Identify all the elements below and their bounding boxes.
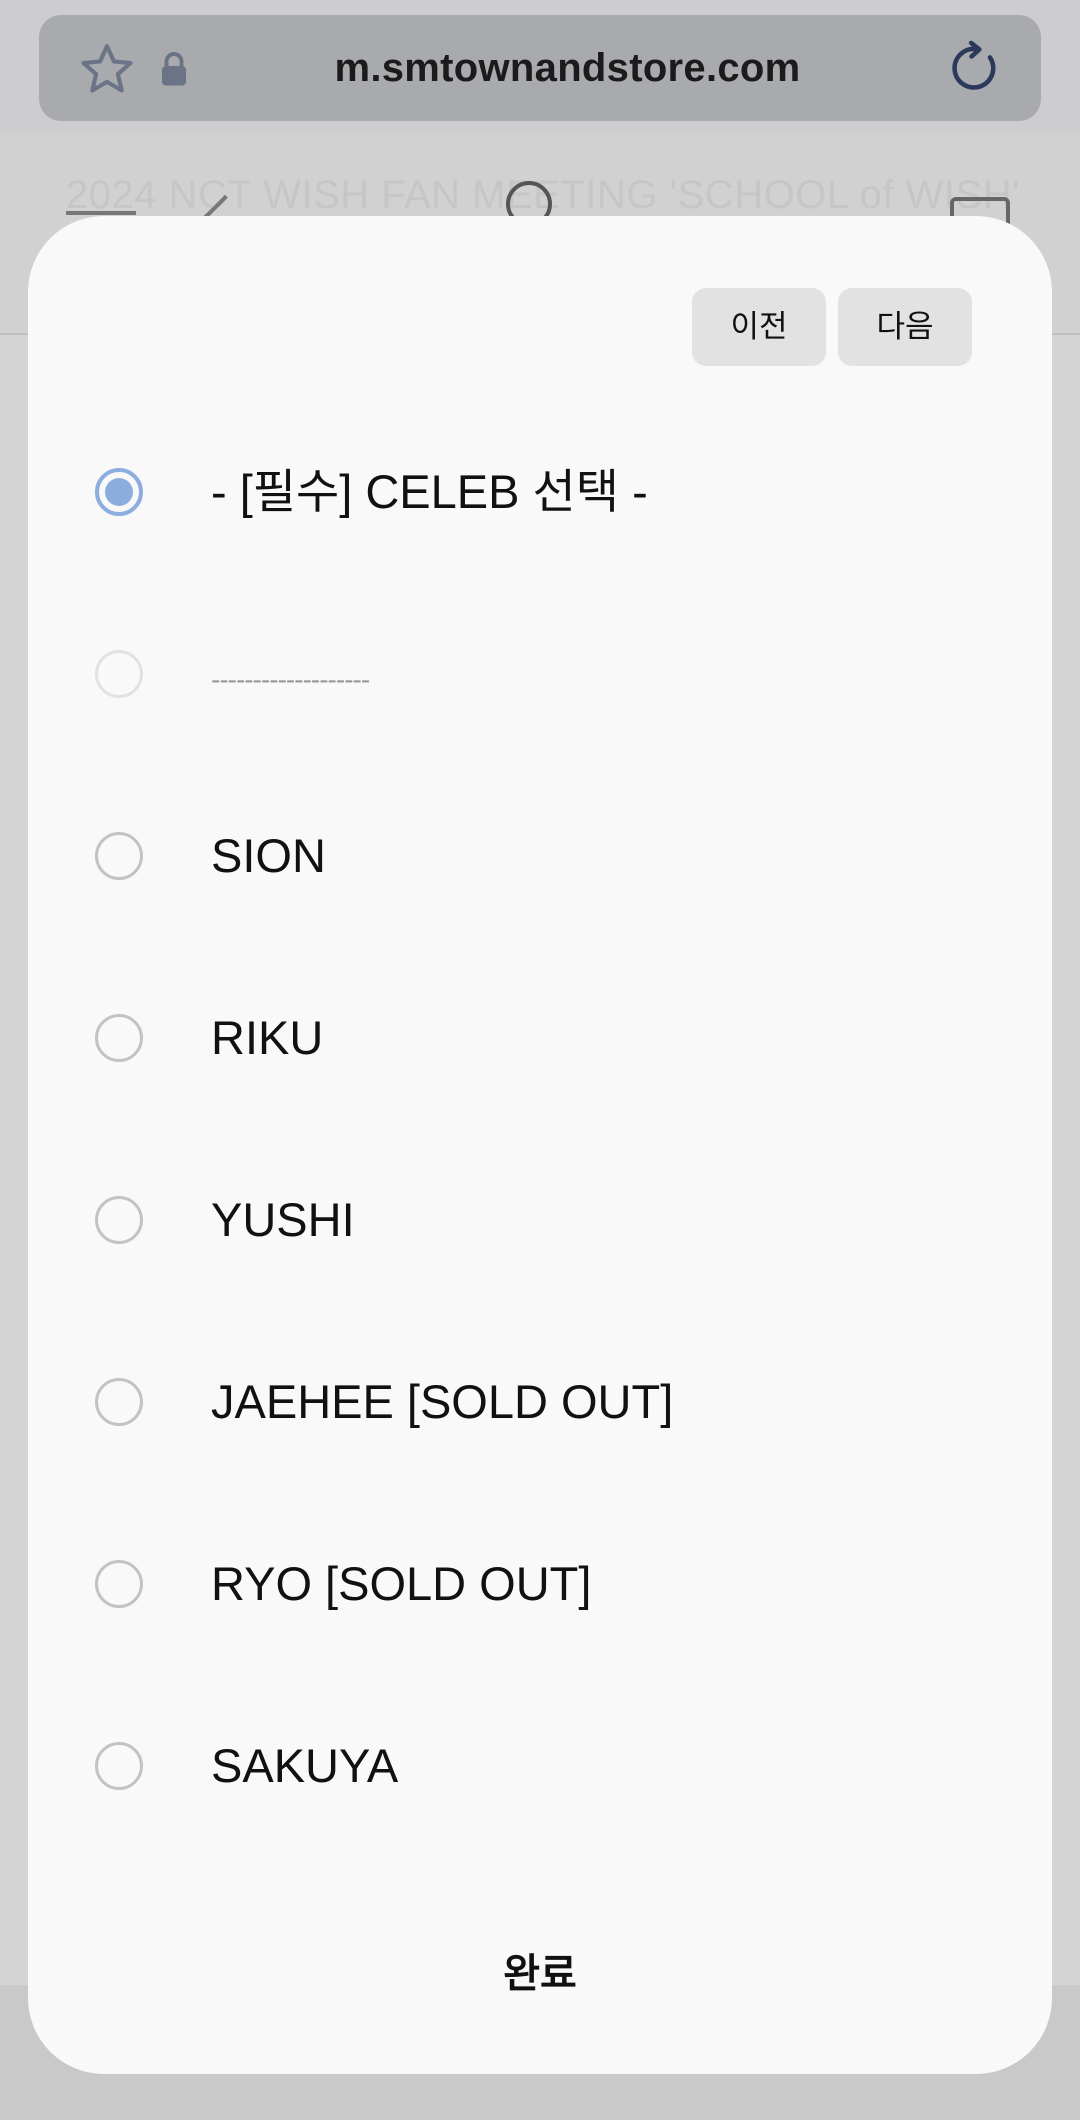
- option-item[interactable]: SION: [28, 770, 1052, 952]
- option-picker-sheet: 이전 다음 - [필수] CELEB 선택 - ----------------…: [28, 216, 1052, 2074]
- option-label: SION: [211, 829, 326, 882]
- option-item[interactable]: RIKU: [28, 952, 1052, 1134]
- option-label: RIKU: [211, 1011, 324, 1064]
- option-label: -------------------: [211, 664, 370, 695]
- option-label: JAEHEE [SOLD OUT]: [211, 1375, 674, 1428]
- option-label: YUSHI: [211, 1193, 355, 1246]
- bookmark-star-icon[interactable]: [76, 39, 138, 101]
- browser-toolbar: m.smtownandstore.com: [0, 0, 1080, 133]
- lock-icon: [162, 52, 186, 86]
- option-item-divider: -------------------: [28, 588, 1052, 770]
- radio-button[interactable]: [95, 1014, 143, 1062]
- radio-button[interactable]: [95, 832, 143, 880]
- option-item[interactable]: RYO [SOLD OUT]: [28, 1498, 1052, 1680]
- radio-button-disabled: [95, 650, 143, 698]
- option-item[interactable]: YUSHI: [28, 1134, 1052, 1316]
- radio-button[interactable]: [95, 1560, 143, 1608]
- url-text[interactable]: m.smtownandstore.com: [200, 36, 935, 100]
- option-label: SAKUYA: [211, 1739, 399, 1792]
- option-label: - [필수] CELEB 선택 -: [211, 465, 648, 518]
- option-item[interactable]: JAEHEE [SOLD OUT]: [28, 1316, 1052, 1498]
- radio-button[interactable]: [95, 1196, 143, 1244]
- menu-icon: [66, 211, 136, 215]
- next-button[interactable]: 다음: [838, 288, 972, 366]
- radio-button-selected[interactable]: [95, 468, 143, 516]
- option-label: RYO [SOLD OUT]: [211, 1557, 592, 1610]
- refresh-icon[interactable]: [945, 38, 1003, 98]
- radio-button[interactable]: [95, 1742, 143, 1790]
- previous-button[interactable]: 이전: [692, 288, 826, 366]
- radio-button[interactable]: [95, 1378, 143, 1426]
- done-button[interactable]: 완료: [390, 1934, 690, 2014]
- option-item[interactable]: SAKUYA: [28, 1680, 1052, 1862]
- option-item[interactable]: - [필수] CELEB 선택 -: [28, 406, 1052, 588]
